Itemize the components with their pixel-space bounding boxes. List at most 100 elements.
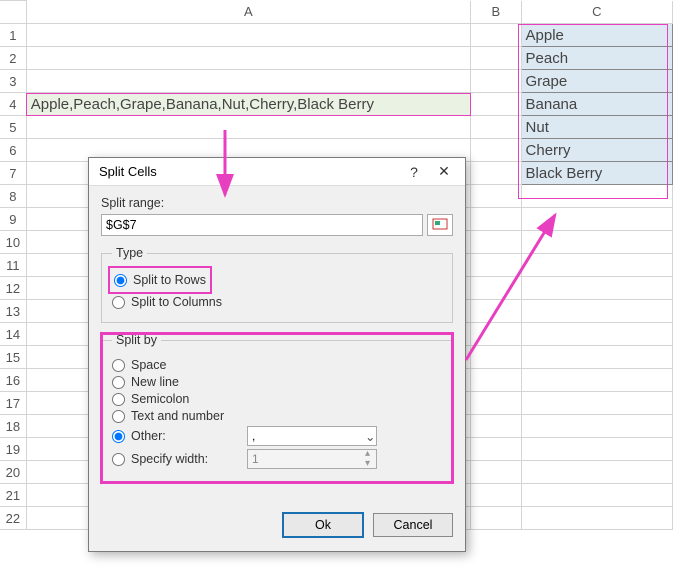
row-header[interactable]: 3 [0, 70, 26, 93]
cell[interactable] [26, 70, 470, 93]
result-cell[interactable]: Grape [521, 70, 672, 93]
row-header[interactable]: 20 [0, 461, 26, 484]
row-header[interactable]: 12 [0, 277, 26, 300]
radio-width-input[interactable] [112, 453, 125, 466]
cell[interactable] [471, 415, 521, 438]
radio-newline[interactable]: New line [112, 375, 442, 389]
row-header[interactable]: 14 [0, 323, 26, 346]
cancel-button[interactable]: Cancel [373, 513, 453, 537]
cell[interactable] [521, 484, 672, 507]
cell[interactable] [521, 277, 672, 300]
cell[interactable] [471, 208, 521, 231]
row-header[interactable]: 11 [0, 254, 26, 277]
result-cell[interactable]: Banana [521, 93, 672, 116]
cell[interactable] [521, 415, 672, 438]
cell[interactable] [26, 47, 470, 70]
row-header[interactable]: 17 [0, 392, 26, 415]
ok-button[interactable]: Ok [283, 513, 363, 537]
cell[interactable] [521, 507, 672, 530]
row-header[interactable]: 4 [0, 93, 26, 116]
other-delimiter-input[interactable] [247, 426, 377, 446]
radio-width-label: Specify width: [131, 452, 241, 466]
cell[interactable] [521, 438, 672, 461]
radio-split-rows[interactable]: Split to Rows [114, 273, 206, 287]
row-header[interactable]: 19 [0, 438, 26, 461]
help-button[interactable]: ? [399, 164, 429, 180]
cell[interactable] [471, 369, 521, 392]
cell[interactable] [471, 438, 521, 461]
row-header[interactable]: 5 [0, 116, 26, 139]
cell[interactable] [521, 300, 672, 323]
radio-split-cols-input[interactable] [112, 296, 125, 309]
radio-space[interactable]: Space [112, 358, 442, 372]
row-header[interactable]: 6 [0, 139, 26, 162]
cell[interactable] [471, 346, 521, 369]
radio-semicolon[interactable]: Semicolon [112, 392, 442, 406]
radio-semicolon-input[interactable] [112, 393, 125, 406]
cell[interactable] [471, 231, 521, 254]
cell[interactable] [471, 323, 521, 346]
row-header[interactable]: 9 [0, 208, 26, 231]
cell[interactable] [471, 254, 521, 277]
cell[interactable] [471, 185, 521, 208]
cell[interactable] [471, 162, 521, 185]
cell[interactable] [521, 323, 672, 346]
cell[interactable] [471, 484, 521, 507]
cell[interactable] [471, 277, 521, 300]
cell[interactable] [471, 392, 521, 415]
cell[interactable] [471, 47, 521, 70]
cell[interactable] [471, 116, 521, 139]
radio-textnum-input[interactable] [112, 410, 125, 423]
result-cell[interactable]: Black Berry [521, 162, 672, 185]
col-header-c[interactable]: C [521, 1, 672, 24]
row-header[interactable]: 22 [0, 507, 26, 530]
type-legend: Type [112, 246, 147, 260]
cell[interactable] [471, 507, 521, 530]
radio-textnum[interactable]: Text and number [112, 409, 442, 423]
cell[interactable] [521, 231, 672, 254]
cell[interactable] [521, 346, 672, 369]
cell[interactable] [471, 461, 521, 484]
cell[interactable] [471, 70, 521, 93]
result-cell[interactable]: Apple [521, 24, 672, 47]
result-cell[interactable]: Nut [521, 116, 672, 139]
row-header[interactable]: 16 [0, 369, 26, 392]
split-range-input[interactable] [101, 214, 423, 236]
cell[interactable] [521, 461, 672, 484]
close-button[interactable]: ✕ [429, 163, 459, 180]
cell[interactable] [521, 254, 672, 277]
spinner-icon: ▴▾ [365, 449, 370, 469]
row-header[interactable]: 21 [0, 484, 26, 507]
cell[interactable] [471, 300, 521, 323]
range-picker-button[interactable] [427, 214, 453, 236]
cell[interactable] [26, 24, 470, 47]
dialog-titlebar[interactable]: Split Cells ? ✕ [89, 158, 465, 186]
result-cell[interactable]: Peach [521, 47, 672, 70]
row-header[interactable]: 8 [0, 185, 26, 208]
cell[interactable] [521, 208, 672, 231]
chevron-down-icon[interactable]: ⌄ [365, 429, 375, 444]
cell[interactable] [471, 93, 521, 116]
cell[interactable] [521, 369, 672, 392]
row-header[interactable]: 10 [0, 231, 26, 254]
row-header[interactable]: 1 [0, 24, 26, 47]
radio-space-input[interactable] [112, 359, 125, 372]
cell[interactable] [26, 116, 470, 139]
row-header[interactable]: 13 [0, 300, 26, 323]
cell[interactable] [521, 185, 672, 208]
source-cell[interactable]: Apple,Peach,Grape,Banana,Nut,Cherry,Blac… [26, 93, 470, 116]
radio-split-cols[interactable]: Split to Columns [112, 295, 442, 309]
col-header-a[interactable]: A [26, 1, 470, 24]
cell[interactable] [521, 392, 672, 415]
row-header[interactable]: 7 [0, 162, 26, 185]
row-header[interactable]: 18 [0, 415, 26, 438]
radio-other-input[interactable] [112, 430, 125, 443]
cell[interactable] [471, 24, 521, 47]
col-header-b[interactable]: B [471, 1, 521, 24]
radio-split-rows-input[interactable] [114, 274, 127, 287]
cell[interactable] [471, 139, 521, 162]
radio-newline-input[interactable] [112, 376, 125, 389]
result-cell[interactable]: Cherry [521, 139, 672, 162]
row-header[interactable]: 15 [0, 346, 26, 369]
row-header[interactable]: 2 [0, 47, 26, 70]
